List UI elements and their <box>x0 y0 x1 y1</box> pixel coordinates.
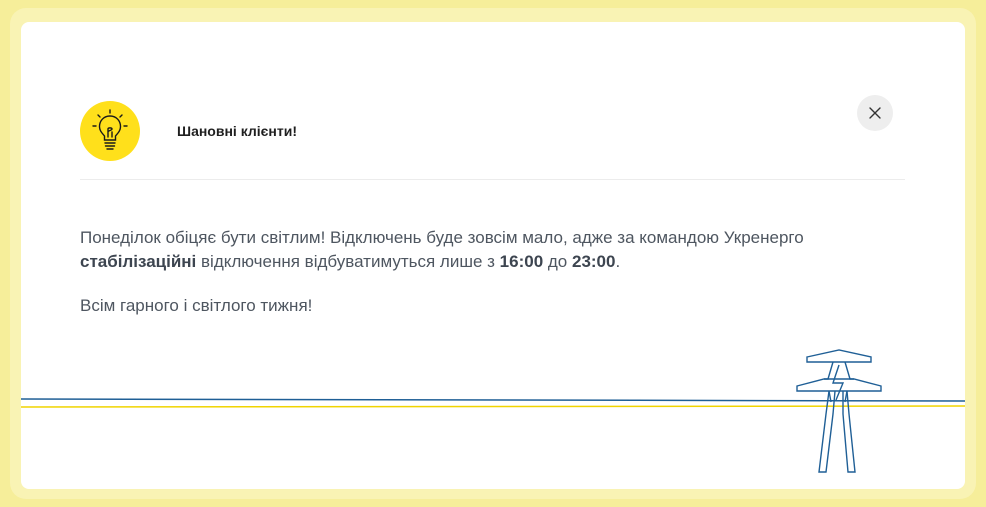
paragraph-emphasis: стабілізаційні <box>80 252 197 271</box>
notice-title: Шановні клієнти! <box>177 123 297 139</box>
power-tower-icon <box>796 349 882 473</box>
lightbulb-icon <box>80 101 140 161</box>
notice-header: Шановні клієнти! <box>80 99 905 180</box>
paragraph-text: . <box>615 252 621 271</box>
notice-paragraph-2: Всім гарного і світлого тижня! <box>80 296 313 315</box>
paragraph-text: відключення відбуватимуться лише з <box>196 252 500 271</box>
notice-card: Шановні клієнти! Понеділок обіцяє бути с… <box>21 22 965 489</box>
paragraph-text: Понеділок обіцяє бути світлим! Відключен… <box>80 228 804 247</box>
paragraph-text: до <box>543 252 572 271</box>
notice-message: Понеділок обіцяє бути світлим! Відключен… <box>80 226 840 338</box>
end-time: 23:00 <box>571 252 616 271</box>
start-time: 16:00 <box>499 252 544 271</box>
notice-paragraph-1: Понеділок обіцяє бути світлим! Відключен… <box>80 226 840 274</box>
power-line-decoration <box>21 349 965 473</box>
close-button[interactable] <box>857 95 893 131</box>
close-icon <box>869 107 881 119</box>
